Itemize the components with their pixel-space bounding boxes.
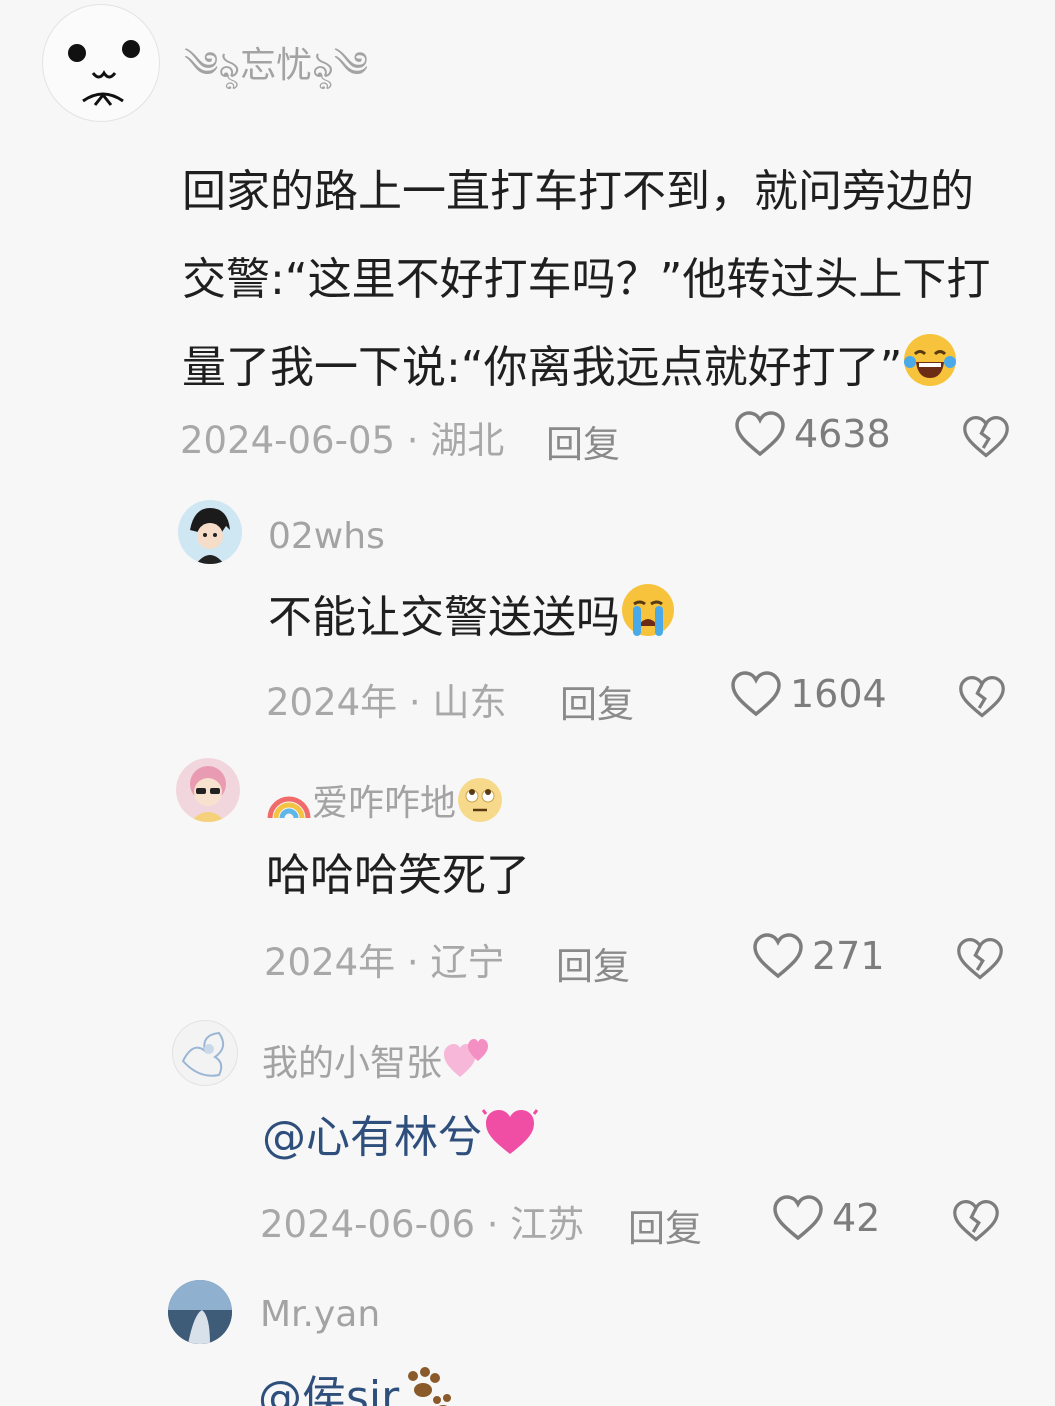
paw-prints-emoji [399,1366,455,1406]
broken-heart-icon [953,1199,999,1242]
like-button[interactable]: 4638 [734,410,891,458]
comment-line: 回家的路上一直打车打不到，就问旁边的 [182,166,974,217]
like-button[interactable]: 42 [772,1194,880,1242]
like-button[interactable]: 271 [752,932,885,980]
heart-icon [753,933,803,979]
dislike-button[interactable] [962,414,1010,464]
mention-link[interactable]: @侯sir [258,1372,399,1406]
mention-link[interactable]: @心有林兮 [262,1112,482,1163]
date-location: 2024年 · 辽宁 [264,941,505,984]
crying-face-emoji [620,582,676,654]
avatar[interactable] [168,1280,232,1344]
comment-text: @侯sir [258,1366,455,1406]
date-location: 2024-06-06 · 江苏 [260,1203,585,1246]
two-hearts-emoji [444,1039,489,1077]
username[interactable]: Mr.yan [260,1294,380,1335]
avatar[interactable] [42,4,160,122]
username[interactable]: 我的小智张 [262,1034,492,1086]
username[interactable]: 02whs [268,516,385,557]
reply-button[interactable]: 回复 [556,936,630,990]
reply-button[interactable]: 回复 [560,674,634,728]
comment-item: 我的小智张 @心有林兮 2024-06-06 · 江苏 回复 42 [0,1014,1055,1264]
comment-item: ༄ৡ忘忧ৡ༄ 回家的路上一直打车打不到，就问旁边的 交警:“这里不好打车吗？”他… [0,0,1055,480]
username-text: 爱咋咋地 [312,783,457,824]
comment-text: 不能让交警送送吗 [268,582,676,654]
like-count: 1604 [790,672,887,716]
heart-icon [731,671,781,717]
comment-line: 量了我一下说:“你离我远点就好打了” [182,324,990,418]
broken-heart-icon [957,937,1003,980]
like-button[interactable]: 1604 [730,670,887,718]
username-decoration: ৡ༄ [312,45,369,86]
broken-heart-icon [959,675,1005,718]
comment-text: 回家的路上一直打车打不到，就问旁边的 交警:“这里不好打车吗？”他转过头上下打 … [182,148,990,418]
comment-item: 爱咋咋地 哈哈哈笑死了 2024年 · 辽宁 回复 271 [0,752,1055,1002]
heart-icon [773,1195,823,1241]
rainbow-emoji [267,796,311,819]
pink-heart-emoji [481,1106,539,1174]
username[interactable]: 爱咋咋地 [266,774,504,826]
dislike-button[interactable] [952,1198,1000,1248]
username-text: 我的小智张 [262,1043,443,1084]
reply-button[interactable]: 回复 [628,1198,702,1252]
like-count: 42 [832,1196,881,1240]
laughing-tears-emoji [902,330,958,418]
username-text: 忘忧 [240,45,313,86]
comment-item: Mr.yan @侯sir [0,1274,1055,1406]
avatar[interactable] [176,758,240,822]
broken-heart-icon [963,415,1009,458]
dislike-button[interactable] [958,674,1006,724]
heart-icon [735,411,785,457]
comment-text: @心有林兮 [262,1106,539,1174]
username[interactable]: ༄ৡ忘忧ৡ༄ [184,24,368,126]
avatar[interactable] [178,500,242,564]
date-location: 2024年 · 山东 [266,681,507,724]
eye-roll-face-emoji [458,778,503,822]
comment-item: 02whs 不能让交警送送吗 2024年 · 山东 回复 1604 [0,490,1055,740]
reply-button[interactable]: 回复 [546,414,620,468]
date-location: 2024-06-05 · 湖北 [180,419,505,462]
username-decoration: ༄ৡ [184,45,241,86]
like-count: 4638 [794,412,891,456]
dislike-button[interactable] [956,936,1004,986]
like-count: 271 [812,934,885,978]
comment-text: 哈哈哈笑死了 [266,850,530,901]
avatar[interactable] [172,1020,238,1086]
comment-line: 交警:“这里不好打车吗？”他转过头上下打 [182,254,991,305]
